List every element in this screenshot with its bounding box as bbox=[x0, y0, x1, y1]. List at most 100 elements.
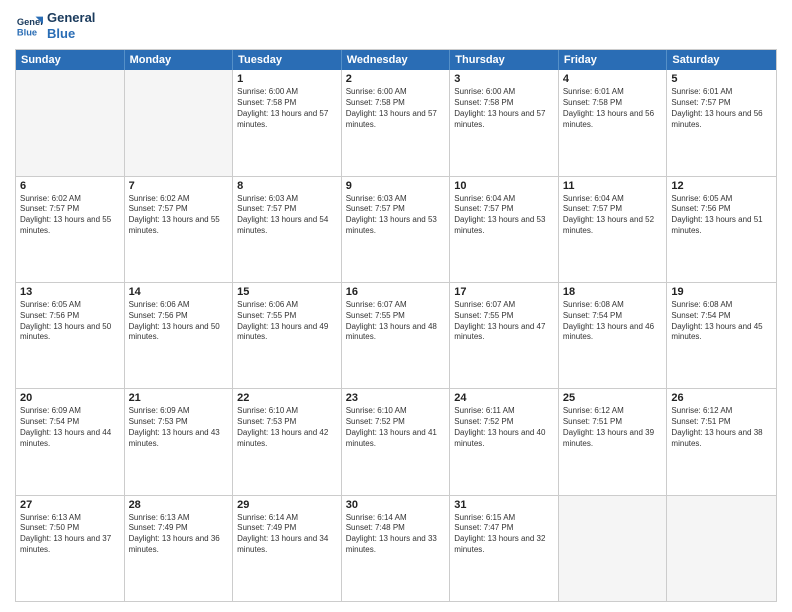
day-info: Sunrise: 6:08 AM Sunset: 7:54 PM Dayligh… bbox=[563, 300, 663, 343]
day-cell-25: 25Sunrise: 6:12 AM Sunset: 7:51 PM Dayli… bbox=[559, 389, 668, 494]
day-info: Sunrise: 6:09 AM Sunset: 7:54 PM Dayligh… bbox=[20, 406, 120, 449]
calendar-header: SundayMondayTuesdayWednesdayThursdayFrid… bbox=[16, 50, 776, 70]
day-cell-6: 6 Sunrise: 6:02 AM Sunset: 7:57 PM Daylig… bbox=[16, 177, 125, 282]
calendar-row-1: 1 Sunrise: 6:00 AM Sunset: 7:58 PM Daylig… bbox=[16, 70, 776, 176]
day-number: 26 bbox=[671, 392, 772, 404]
day-cell-2: 2 Sunrise: 6:00 AM Sunset: 7:58 PM Daylig… bbox=[342, 70, 451, 175]
day-number: 11 bbox=[563, 180, 663, 192]
day-number: 31 bbox=[454, 499, 554, 511]
day-cell-27: 27Sunrise: 6:13 AM Sunset: 7:50 PM Dayli… bbox=[16, 496, 125, 601]
day-number: 20 bbox=[20, 392, 120, 404]
weekday-header-sunday: Sunday bbox=[16, 50, 125, 70]
day-info: Sunrise: 6:00 AM Sunset: 7:58 PM Dayligh… bbox=[346, 87, 446, 130]
logo: General Blue General Blue bbox=[15, 10, 95, 41]
day-cell-5: 5Sunrise: 6:01 AM Sunset: 7:57 PM Daylig… bbox=[667, 70, 776, 175]
weekday-header-wednesday: Wednesday bbox=[342, 50, 451, 70]
svg-text:Blue: Blue bbox=[17, 27, 37, 37]
day-info: Sunrise: 6:04 AM Sunset: 7:57 PM Dayligh… bbox=[563, 194, 663, 237]
day-number: 3 bbox=[454, 73, 554, 85]
header: General Blue General Blue bbox=[15, 10, 777, 41]
weekday-header-tuesday: Tuesday bbox=[233, 50, 342, 70]
day-number: 12 bbox=[671, 180, 772, 192]
day-cell-23: 23Sunrise: 6:10 AM Sunset: 7:52 PM Dayli… bbox=[342, 389, 451, 494]
weekday-header-friday: Friday bbox=[559, 50, 668, 70]
day-info: Sunrise: 6:13 AM Sunset: 7:50 PM Dayligh… bbox=[20, 513, 120, 556]
day-info: Sunrise: 6:10 AM Sunset: 7:52 PM Dayligh… bbox=[346, 406, 446, 449]
day-info: Sunrise: 6:03 AM Sunset: 7:57 PM Dayligh… bbox=[346, 194, 446, 237]
day-info: Sunrise: 6:07 AM Sunset: 7:55 PM Dayligh… bbox=[346, 300, 446, 343]
day-info: Sunrise: 6:01 AM Sunset: 7:58 PM Dayligh… bbox=[563, 87, 663, 130]
day-cell-24: 24 Sunrise: 6:11 AM Sunset: 7:52 PM Dayli… bbox=[450, 389, 559, 494]
day-cell-17: 17Sunrise: 6:07 AM Sunset: 7:55 PM Dayli… bbox=[450, 283, 559, 388]
day-number: 21 bbox=[129, 392, 229, 404]
day-number: 14 bbox=[129, 286, 229, 298]
calendar-row-5: 27Sunrise: 6:13 AM Sunset: 7:50 PM Dayli… bbox=[16, 496, 776, 601]
day-cell-16: 16Sunrise: 6:07 AM Sunset: 7:55 PM Dayli… bbox=[342, 283, 451, 388]
weekday-header-saturday: Saturday bbox=[667, 50, 776, 70]
day-info: Sunrise: 6:10 AM Sunset: 7:53 PM Dayligh… bbox=[237, 406, 337, 449]
day-info: Sunrise: 6:12 AM Sunset: 7:51 PM Dayligh… bbox=[563, 406, 663, 449]
day-info: Sunrise: 6:05 AM Sunset: 7:56 PM Dayligh… bbox=[671, 194, 772, 237]
day-cell-26: 26 Sunrise: 6:12 AM Sunset: 7:51 PM Dayli… bbox=[667, 389, 776, 494]
day-info: Sunrise: 6:14 AM Sunset: 7:48 PM Dayligh… bbox=[346, 513, 446, 556]
day-cell-9: 9 Sunrise: 6:03 AM Sunset: 7:57 PM Daylig… bbox=[342, 177, 451, 282]
day-cell-15: 15Sunrise: 6:06 AM Sunset: 7:55 PM Dayli… bbox=[233, 283, 342, 388]
day-cell-21: 21Sunrise: 6:09 AM Sunset: 7:53 PM Dayli… bbox=[125, 389, 234, 494]
day-info: Sunrise: 6:15 AM Sunset: 7:47 PM Dayligh… bbox=[454, 513, 554, 556]
calendar-row-2: 6 Sunrise: 6:02 AM Sunset: 7:57 PM Daylig… bbox=[16, 177, 776, 283]
day-info: Sunrise: 6:02 AM Sunset: 7:57 PM Dayligh… bbox=[20, 194, 120, 237]
day-cell-22: 22 Sunrise: 6:10 AM Sunset: 7:53 PM Dayli… bbox=[233, 389, 342, 494]
calendar: SundayMondayTuesdayWednesdayThursdayFrid… bbox=[15, 49, 777, 602]
day-number: 13 bbox=[20, 286, 120, 298]
day-number: 22 bbox=[237, 392, 337, 404]
day-cell-12: 12 Sunrise: 6:05 AM Sunset: 7:56 PM Dayli… bbox=[667, 177, 776, 282]
day-info: Sunrise: 6:14 AM Sunset: 7:49 PM Dayligh… bbox=[237, 513, 337, 556]
day-info: Sunrise: 6:13 AM Sunset: 7:49 PM Dayligh… bbox=[129, 513, 229, 556]
day-info: Sunrise: 6:11 AM Sunset: 7:52 PM Dayligh… bbox=[454, 406, 554, 449]
day-cell-14: 14Sunrise: 6:06 AM Sunset: 7:56 PM Dayli… bbox=[125, 283, 234, 388]
empty-cell bbox=[559, 496, 668, 601]
logo-icon: General Blue bbox=[15, 12, 43, 40]
day-cell-4: 4 Sunrise: 6:01 AM Sunset: 7:58 PM Daylig… bbox=[559, 70, 668, 175]
logo-blue: Blue bbox=[47, 26, 95, 42]
day-info: Sunrise: 6:00 AM Sunset: 7:58 PM Dayligh… bbox=[237, 87, 337, 130]
empty-cell bbox=[125, 70, 234, 175]
day-cell-7: 7Sunrise: 6:02 AM Sunset: 7:57 PM Daylig… bbox=[125, 177, 234, 282]
day-cell-8: 8Sunrise: 6:03 AM Sunset: 7:57 PM Daylig… bbox=[233, 177, 342, 282]
day-cell-18: 18 Sunrise: 6:08 AM Sunset: 7:54 PM Dayli… bbox=[559, 283, 668, 388]
day-number: 19 bbox=[671, 286, 772, 298]
day-number: 30 bbox=[346, 499, 446, 511]
day-info: Sunrise: 6:04 AM Sunset: 7:57 PM Dayligh… bbox=[454, 194, 554, 237]
weekday-header-thursday: Thursday bbox=[450, 50, 559, 70]
day-number: 1 bbox=[237, 73, 337, 85]
day-info: Sunrise: 6:01 AM Sunset: 7:57 PM Dayligh… bbox=[671, 87, 772, 130]
day-cell-19: 19 Sunrise: 6:08 AM Sunset: 7:54 PM Dayli… bbox=[667, 283, 776, 388]
day-number: 4 bbox=[563, 73, 663, 85]
empty-cell bbox=[16, 70, 125, 175]
day-info: Sunrise: 6:00 AM Sunset: 7:58 PM Dayligh… bbox=[454, 87, 554, 130]
day-info: Sunrise: 6:12 AM Sunset: 7:51 PM Dayligh… bbox=[671, 406, 772, 449]
day-cell-1: 1 Sunrise: 6:00 AM Sunset: 7:58 PM Daylig… bbox=[233, 70, 342, 175]
weekday-header-monday: Monday bbox=[125, 50, 234, 70]
day-number: 28 bbox=[129, 499, 229, 511]
empty-cell bbox=[667, 496, 776, 601]
day-number: 2 bbox=[346, 73, 446, 85]
day-info: Sunrise: 6:05 AM Sunset: 7:56 PM Dayligh… bbox=[20, 300, 120, 343]
day-number: 7 bbox=[129, 180, 229, 192]
day-cell-10: 10Sunrise: 6:04 AM Sunset: 7:57 PM Dayli… bbox=[450, 177, 559, 282]
page: General Blue General Blue SundayMondayTu… bbox=[0, 0, 792, 612]
day-cell-13: 13 Sunrise: 6:05 AM Sunset: 7:56 PM Dayli… bbox=[16, 283, 125, 388]
day-cell-3: 3 Sunrise: 6:00 AM Sunset: 7:58 PM Daylig… bbox=[450, 70, 559, 175]
day-cell-30: 30 Sunrise: 6:14 AM Sunset: 7:48 PM Dayli… bbox=[342, 496, 451, 601]
calendar-row-4: 20 Sunrise: 6:09 AM Sunset: 7:54 PM Dayli… bbox=[16, 389, 776, 495]
day-cell-28: 28 Sunrise: 6:13 AM Sunset: 7:49 PM Dayli… bbox=[125, 496, 234, 601]
day-number: 18 bbox=[563, 286, 663, 298]
day-number: 8 bbox=[237, 180, 337, 192]
day-cell-29: 29Sunrise: 6:14 AM Sunset: 7:49 PM Dayli… bbox=[233, 496, 342, 601]
day-cell-11: 11 Sunrise: 6:04 AM Sunset: 7:57 PM Dayli… bbox=[559, 177, 668, 282]
day-number: 6 bbox=[20, 180, 120, 192]
calendar-row-3: 13 Sunrise: 6:05 AM Sunset: 7:56 PM Dayli… bbox=[16, 283, 776, 389]
day-info: Sunrise: 6:08 AM Sunset: 7:54 PM Dayligh… bbox=[671, 300, 772, 343]
day-number: 9 bbox=[346, 180, 446, 192]
day-number: 24 bbox=[454, 392, 554, 404]
